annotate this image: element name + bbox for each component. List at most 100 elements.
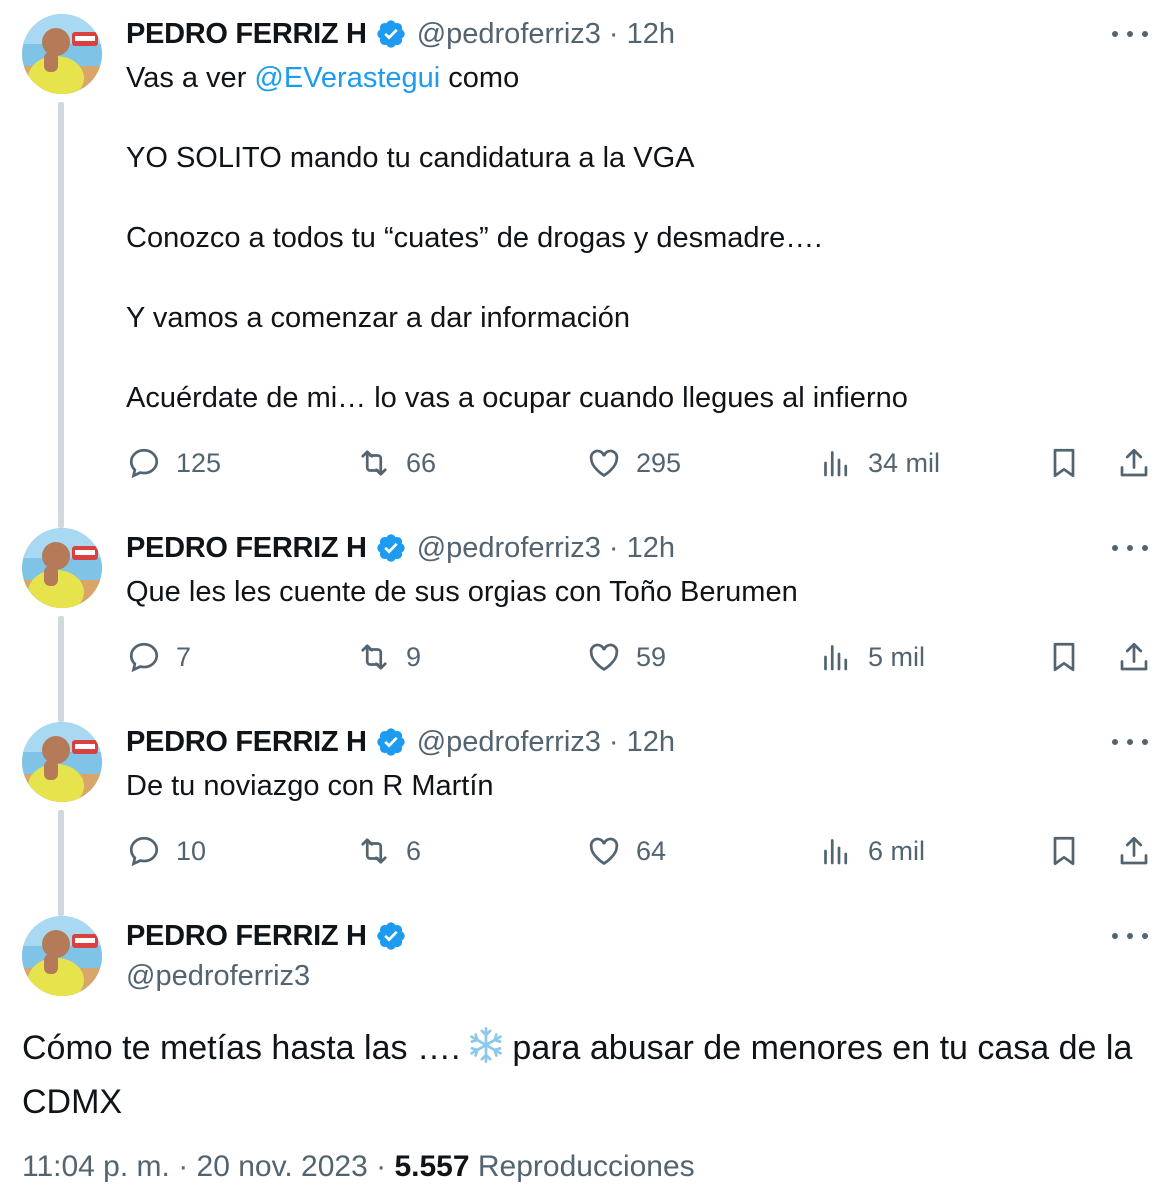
author-handle[interactable]: @pedroferriz3 [417, 18, 601, 51]
share-button[interactable] [1116, 443, 1166, 483]
views-count: 34 mil [868, 447, 941, 478]
bookmark-icon [1053, 642, 1075, 672]
retweet-icon [361, 644, 387, 670]
author-handle[interactable]: @pedroferriz3 [417, 726, 601, 759]
tweet-text: De tu noviazgo con R Martín [126, 766, 494, 806]
reply-icon [129, 448, 159, 479]
like-count: 59 [636, 641, 667, 672]
tweet-header: PEDRO FERRIZ H @pedroferriz3 · 12h [126, 722, 675, 762]
reply-icon [129, 642, 159, 673]
retweet-icon [361, 838, 387, 864]
more-options-button[interactable] [1112, 538, 1148, 558]
thread-connector-top [58, 514, 64, 528]
avatar-image [22, 916, 102, 996]
heart-icon [589, 643, 619, 672]
avatar[interactable] [22, 722, 102, 802]
author-handle[interactable]: @pedroferriz3 [126, 960, 310, 993]
analytics-icon [824, 451, 848, 477]
share-icon [1120, 642, 1148, 671]
bookmark-button[interactable] [1046, 637, 1096, 677]
main-text-before: Cómo te metías hasta las …. [22, 1029, 461, 1067]
retweet-count: 9 [406, 641, 422, 672]
bookmark-icon [1053, 836, 1075, 866]
reply-button[interactable]: 125 [126, 443, 221, 483]
verified-badge-icon [375, 726, 407, 758]
text-line: De tu noviazgo con R Martín [126, 770, 494, 802]
thread-connector-top [58, 902, 64, 916]
bookmark-button[interactable] [1046, 831, 1096, 871]
separator: · [608, 531, 619, 564]
avatar[interactable] [22, 14, 102, 94]
reply-button[interactable]: 7 [126, 637, 191, 677]
views-count: 6 mil [868, 835, 926, 866]
views-button[interactable]: 34 mil [818, 443, 940, 483]
reply-icon [129, 836, 159, 867]
action-bar: 125 66 295 34 mil [126, 443, 1156, 483]
more-options-button[interactable] [1112, 926, 1148, 946]
tweet-time[interactable]: 12h [627, 532, 675, 565]
views-label: Reproducciones [477, 1150, 695, 1183]
author-name[interactable]: PEDRO FERRIZ H [126, 532, 367, 565]
share-button[interactable] [1116, 637, 1166, 677]
bookmark-icon [1053, 448, 1075, 478]
text-line: Conozco a todos tu “cuates” de drogas y … [126, 222, 823, 254]
avatar-image [22, 722, 102, 802]
text-line: Que les les cuente de sus orgias con Toñ… [126, 576, 798, 608]
analytics-icon [824, 839, 848, 865]
tweet-time[interactable]: 12h [627, 726, 675, 759]
tweet-header-name: PEDRO FERRIZ H [126, 916, 417, 956]
more-options-button[interactable] [1112, 732, 1148, 752]
like-count: 64 [636, 835, 667, 866]
author-name[interactable]: PEDRO FERRIZ H [126, 726, 367, 759]
share-icon [1120, 448, 1148, 477]
author-handle[interactable]: @pedroferriz3 [417, 532, 601, 565]
separator: · [608, 17, 619, 50]
retweet-count: 6 [406, 835, 422, 866]
bookmark-button[interactable] [1046, 443, 1096, 483]
action-bar: 7 9 59 5 mil [126, 637, 1156, 677]
snowflake-icon [466, 1025, 506, 1078]
author-name[interactable]: PEDRO FERRIZ H [126, 18, 367, 51]
reply-count: 10 [176, 835, 207, 866]
share-button[interactable] [1116, 831, 1166, 871]
text-line: Y vamos a comenzar a dar información [126, 302, 630, 334]
avatar[interactable] [22, 916, 102, 996]
share-icon [1120, 836, 1148, 865]
more-options-button[interactable] [1112, 24, 1148, 44]
retweet-button[interactable]: 9 [356, 637, 421, 677]
thread-connector [58, 616, 64, 712]
like-button[interactable]: 59 [586, 637, 666, 677]
avatar[interactable] [22, 528, 102, 608]
retweet-count: 66 [406, 447, 437, 478]
verified-badge-icon [375, 920, 407, 952]
retweet-button[interactable]: 66 [356, 443, 436, 483]
tweet-header: PEDRO FERRIZ H @pedroferriz3 · 12h [126, 14, 675, 54]
tweet-meta: 11:04 p. m. · 20 nov. 2023 · 5.557 Repro… [22, 1150, 695, 1184]
reply-count: 7 [176, 641, 192, 672]
tweet-header: PEDRO FERRIZ H @pedroferriz3 · 12h [126, 528, 675, 568]
mention-link[interactable]: @EVerastegui [254, 62, 440, 94]
thread-connector [58, 102, 64, 516]
action-bar: 10 6 64 6 mil [126, 831, 1156, 871]
tweet-header-handle: @pedroferriz3 [126, 956, 310, 996]
thread-connector [58, 810, 64, 910]
tweet-text: Vas a ver @EVerastegui como YO SOLITO ma… [126, 58, 908, 418]
avatar-image [22, 528, 102, 608]
tweet-time[interactable]: 12h [627, 18, 675, 51]
thread-connector-top [58, 708, 64, 722]
text-line: Acuérdate de mi… lo vas a ocupar cuando … [126, 382, 908, 414]
text-suffix: como [440, 62, 520, 94]
timestamp[interactable]: 11:04 p. m. · 20 nov. 2023 · [22, 1150, 386, 1183]
views-button[interactable]: 5 mil [818, 637, 925, 677]
separator: · [608, 725, 619, 758]
like-button[interactable]: 295 [586, 443, 681, 483]
analytics-icon [824, 645, 848, 671]
views-total: 5.557 [394, 1150, 470, 1183]
like-button[interactable]: 64 [586, 831, 666, 871]
text-line: YO SOLITO mando tu candidatura a la VGA [126, 142, 695, 174]
main-tweet-text: Cómo te metías hasta las …. para abusar d… [22, 1024, 1152, 1126]
reply-button[interactable]: 10 [126, 831, 206, 871]
views-button[interactable]: 6 mil [818, 831, 925, 871]
retweet-button[interactable]: 6 [356, 831, 421, 871]
author-name[interactable]: PEDRO FERRIZ H [126, 920, 367, 953]
